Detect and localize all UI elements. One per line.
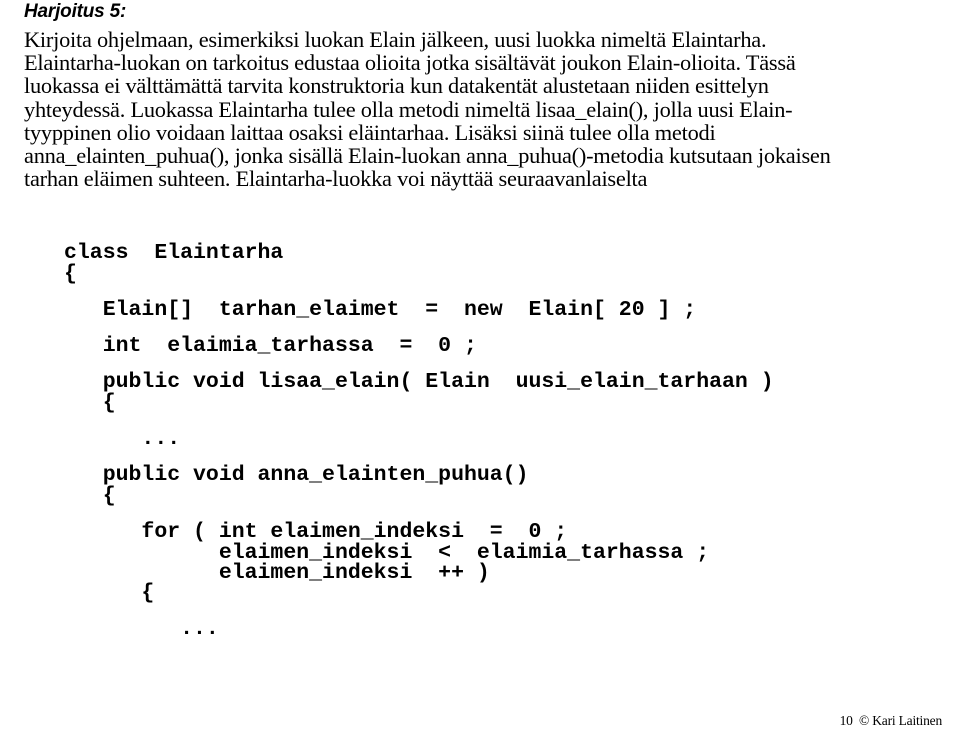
code-line: { <box>64 262 77 286</box>
code-line: { <box>64 484 116 508</box>
slide-page: Harjoitus 5: Kirjoita ohjelmaan, esimerk… <box>0 0 960 735</box>
code-line: public void lisaa_elain( Elain uusi_elai… <box>64 370 774 394</box>
paragraph-line: luokassa ei välttämättä tarvita konstruk… <box>24 73 769 99</box>
code-line: { <box>64 391 116 415</box>
page-footer: 10 © Kari Laitinen <box>839 713 943 728</box>
code-line: Elain[] tarhan_elaimet = new Elain[ 20 ]… <box>64 298 697 322</box>
exercise-description: Kirjoita ohjelmaan, esimerkiksi luokan E… <box>24 27 936 192</box>
code-line: for ( int elaimen_indeksi = 0 ; <box>64 520 568 544</box>
page-title: Harjoitus 5: <box>24 1 127 22</box>
paragraph-line: Elaintarha-luokan on tarkoitus edustaa o… <box>24 50 796 76</box>
code-line: elaimen_indeksi ++ ) <box>64 561 490 585</box>
code-line: ... <box>64 617 219 641</box>
paragraph-line: yhteydessä. Luokassa Elaintarha tulee ol… <box>24 96 793 122</box>
paragraph-line: Kirjoita ohjelmaan, esimerkiksi luokan E… <box>24 27 767 52</box>
code-listing: class Elaintarha { Elain[] tarhan_elaime… <box>64 241 774 641</box>
paragraph-line: anna_elainten_puhua(), jonka sisällä Ela… <box>24 143 831 169</box>
code-line: public void anna_elainten_puhua() <box>64 463 529 487</box>
code-line: elaimen_indeksi < elaimia_tarhassa ; <box>64 541 710 565</box>
code-line: int elaimia_tarhassa = 0 ; <box>64 334 477 358</box>
paragraph-line: tyyppinen olio voidaan laittaa osaksi el… <box>24 119 716 145</box>
code-line: class Elaintarha <box>64 241 284 265</box>
paragraph-line: tarhan eläimen suhteen. Elaintarha-luokk… <box>24 166 648 192</box>
code-line: { <box>64 581 155 605</box>
code-line: ... <box>64 427 181 451</box>
